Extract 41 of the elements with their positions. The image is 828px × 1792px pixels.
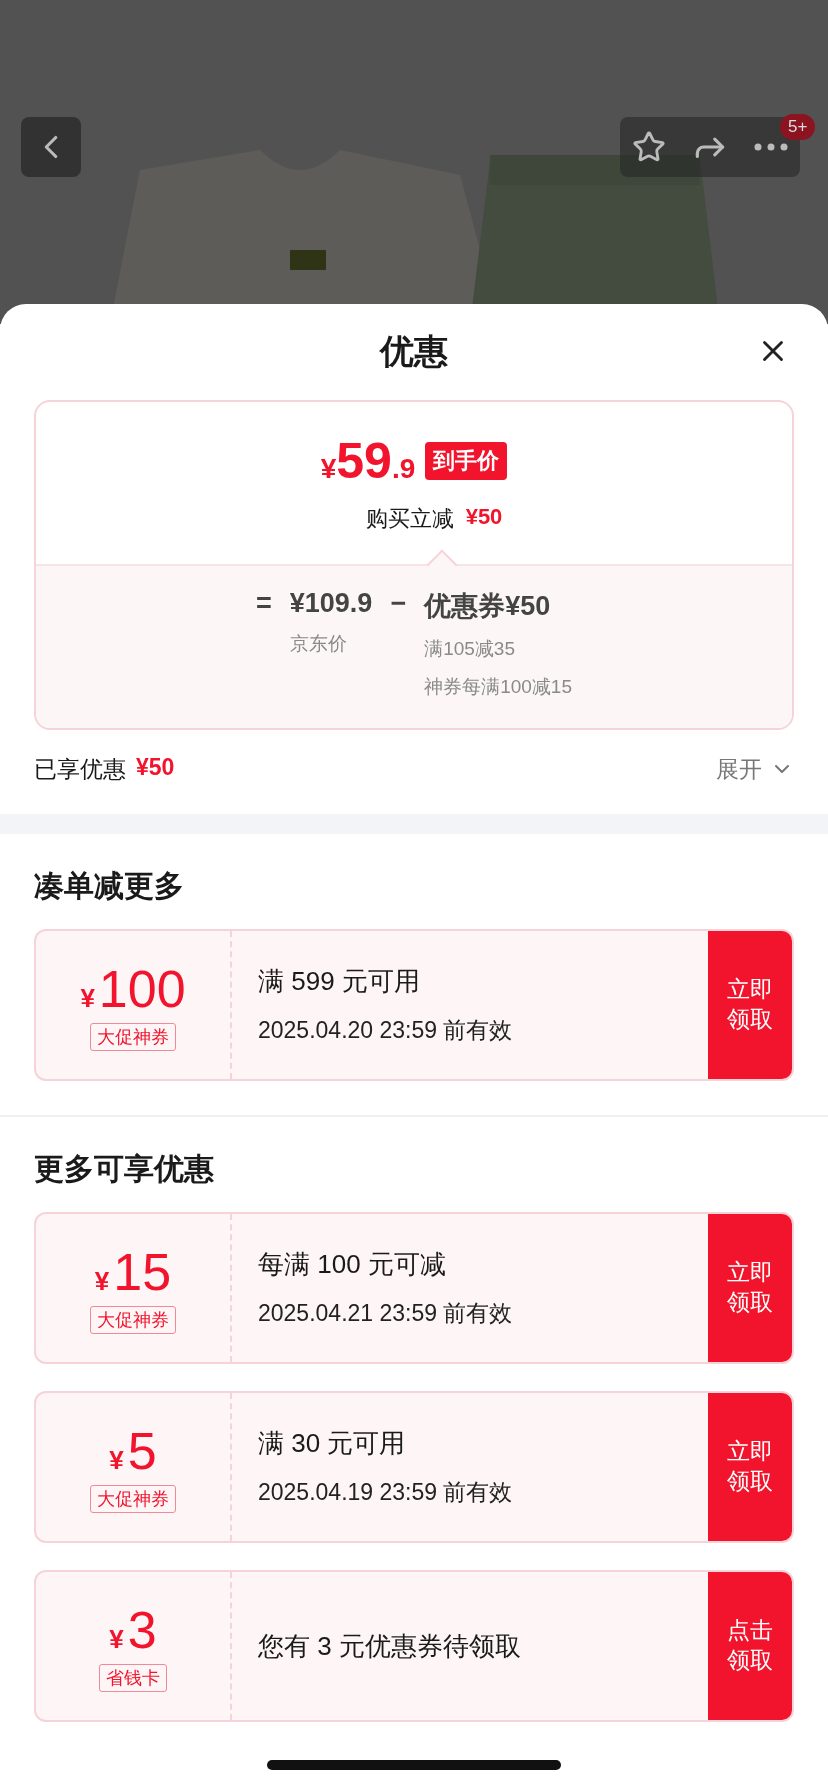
coupon-tag: 省钱卡: [99, 1664, 167, 1692]
instant-discount-label: 购买立减: [365, 505, 454, 533]
coupon-amount: ¥100: [80, 959, 186, 1019]
coupon-amount: ¥5: [109, 1421, 157, 1481]
discount-detail: 满105减35: [424, 637, 516, 661]
claim-button[interactable]: 立即领取: [708, 1214, 792, 1362]
price-tag: 到手价: [425, 442, 508, 480]
claim-button[interactable]: 点击领取: [708, 1572, 792, 1720]
coupon-expiry: 2025.04.21 23:59 前有效: [258, 1299, 514, 1328]
coupon-condition: 满 599 元可用: [258, 965, 421, 998]
coupon-amount: ¥15: [94, 1242, 172, 1302]
coupon-condition: 每满 100 元可减: [258, 1248, 447, 1281]
section-title: 凑单减更多: [34, 868, 185, 904]
star-icon: [632, 130, 667, 164]
coupon-condition: 满 30 元可用: [258, 1427, 407, 1460]
coupon-expiry: 2025.04.19 23:59 前有效: [258, 1478, 514, 1507]
discount-detail: 神券每满100减15: [424, 675, 572, 699]
coupon-condition: 您有 3 元优惠券待领取: [258, 1629, 522, 1663]
saved-amount: ¥50: [136, 753, 175, 782]
claim-button[interactable]: 立即领取: [708, 931, 792, 1079]
coupon-discount: 优惠券¥50: [424, 590, 552, 623]
equals-sign: =: [256, 588, 272, 619]
saved-label: 已享优惠: [34, 754, 126, 784]
base-price: ¥109.9: [289, 588, 373, 619]
sheet-title: 优惠: [380, 331, 448, 372]
claim-button[interactable]: 立即领取: [708, 1393, 792, 1541]
base-price-label: 京东价: [289, 632, 348, 656]
coupon-expiry: 2025.04.20 23:59 前有效: [258, 1016, 514, 1045]
minus-sign: −: [390, 588, 407, 619]
final-price: ¥59.9: [320, 432, 416, 490]
coupon-tag: 大促神券: [90, 1023, 176, 1051]
section-title: 更多可享优惠: [34, 1151, 215, 1187]
coupon-amount: ¥3: [109, 1600, 157, 1660]
more-icon: [753, 143, 788, 151]
more-button[interactable]: [753, 143, 788, 151]
expand-button[interactable]: 展开: [716, 753, 794, 785]
coupon-tag: 大促神券: [90, 1485, 176, 1513]
favorite-button[interactable]: [632, 130, 667, 164]
back-button[interactable]: [21, 117, 81, 177]
instant-discount-amount: ¥50: [465, 504, 503, 531]
coupon-tag: 大促神券: [90, 1306, 176, 1334]
